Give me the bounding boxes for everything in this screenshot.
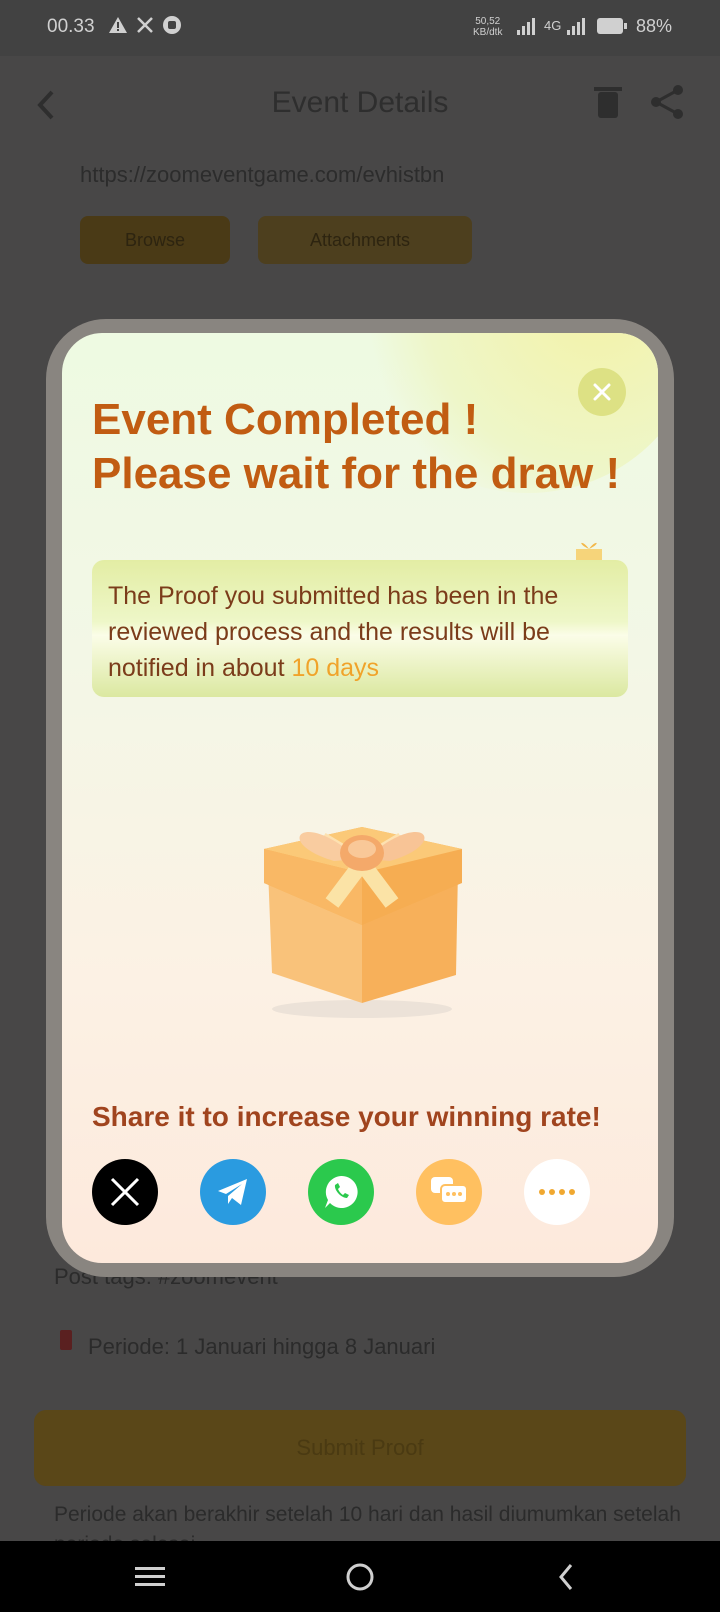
page-header: Event Details <box>0 56 720 148</box>
signal-icon-2 <box>567 18 585 35</box>
menu-icon <box>135 1566 165 1586</box>
title-line-1: Event Completed ! <box>92 395 479 444</box>
back-chevron-icon <box>559 1563 573 1590</box>
status-bar: 00.33 50,52 KB/dtk 4G 88% <box>0 0 720 56</box>
status-time: 00.33 <box>47 16 95 37</box>
recent-apps-button[interactable] <box>90 1541 210 1612</box>
title-line-2: Please wait for the draw ! <box>92 449 621 498</box>
period-text: Periode: 1 Januari hingga 8 Januari <box>88 1334 436 1359</box>
whatsapp-icon <box>325 1175 358 1208</box>
info-highlight: 10 days <box>291 654 380 682</box>
info-message: The Proof you submitted has been in the … <box>92 560 628 697</box>
share-telegram-button[interactable] <box>200 1159 266 1225</box>
x-app-icon <box>137 17 153 33</box>
share-more-button[interactable] <box>524 1159 590 1225</box>
message-icon <box>431 1177 468 1204</box>
network-speed: 50,52 KB/dtk <box>473 16 503 38</box>
battery-icon <box>597 18 627 34</box>
home-button[interactable] <box>300 1541 420 1612</box>
share-x-button[interactable] <box>92 1159 158 1225</box>
gift-box-icon <box>264 827 462 1018</box>
submit-proof-button[interactable]: Submit Proof <box>34 1410 686 1486</box>
x-icon <box>110 1177 140 1207</box>
browse-button[interactable]: Browse <box>80 216 230 264</box>
home-circle-icon <box>346 1563 374 1590</box>
share-label: Share it to increase your winning rate! <box>92 1101 601 1132</box>
event-url[interactable]: https://zoomeventgame.com/evhistbn <box>80 162 444 188</box>
event-completed-dialog: Event Completed ! Please wait for the dr… <box>62 333 658 1263</box>
app-notification-icon <box>163 16 181 34</box>
share-row <box>92 1159 628 1225</box>
battery-percent: 88% <box>636 16 673 36</box>
signal-icon <box>517 18 535 35</box>
share-message-button[interactable] <box>416 1159 482 1225</box>
trash-icon[interactable] <box>594 84 622 120</box>
back-button[interactable] <box>506 1541 626 1612</box>
bullet-icon <box>60 1330 72 1350</box>
telegram-icon <box>218 1179 247 1205</box>
warning-icon <box>109 17 127 33</box>
share-whatsapp-button[interactable] <box>308 1159 374 1225</box>
more-icon <box>539 1189 575 1195</box>
attachments-button[interactable]: Attachments <box>258 216 472 264</box>
navigation-bar <box>0 1541 720 1612</box>
dialog-title: Event Completed ! Please wait for the dr… <box>92 393 620 501</box>
share-icon[interactable] <box>650 84 686 120</box>
network-type: 4G <box>544 18 562 33</box>
